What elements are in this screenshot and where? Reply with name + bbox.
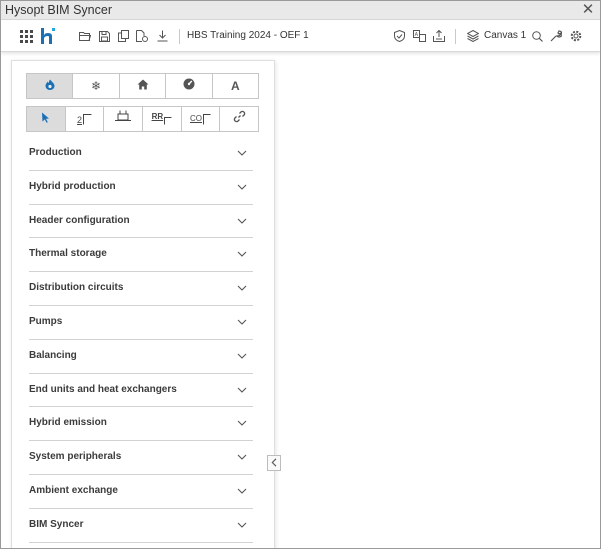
- save-icon[interactable]: [96, 28, 112, 44]
- tab-heating[interactable]: [27, 74, 74, 98]
- chevron-down-icon: [237, 252, 247, 258]
- shield-check-icon[interactable]: [391, 28, 407, 44]
- tool-rr[interactable]: RR: [143, 107, 182, 131]
- wrench-icon[interactable]: [548, 28, 564, 44]
- co-icon: CO: [190, 113, 211, 125]
- chevron-down-icon: [237, 420, 247, 427]
- accordion-section-label: Distribution circuits: [29, 282, 124, 294]
- gear-icon[interactable]: [568, 28, 584, 44]
- accordion-section-label: Header configuration: [29, 214, 130, 226]
- tool-link[interactable]: [220, 107, 259, 131]
- translate-icon[interactable]: A: [411, 28, 427, 44]
- toolbar-divider: [455, 29, 456, 44]
- collapse-panel-button[interactable]: [267, 455, 281, 471]
- accordion-section-label: BIM Syncer: [29, 518, 84, 530]
- tool-level[interactable]: 2: [65, 107, 105, 131]
- chevron-down-icon: [237, 184, 247, 190]
- canvas-name[interactable]: Canvas 1: [484, 30, 526, 41]
- accordion-section[interactable]: Production: [29, 137, 253, 171]
- accordion-section-label: Production: [29, 147, 82, 158]
- accordion-section-label: Hybrid production: [29, 180, 116, 192]
- app-window: Hysopt BIM Syncer ✕ HBS Training 2024 - …: [0, 0, 601, 549]
- accordion-section-label: Pumps: [29, 315, 63, 327]
- search-icon[interactable]: [529, 28, 545, 44]
- accordion-section-label: Ambient exchange: [29, 484, 118, 496]
- chevron-left-icon: [271, 454, 277, 472]
- snowflake-icon: ❄: [91, 79, 102, 93]
- accordion-section[interactable]: Hybrid emission: [29, 407, 253, 442]
- title-bar: Hysopt BIM Syncer ✕: [1, 1, 600, 20]
- pointer-icon: [41, 110, 50, 128]
- connector-icon: [115, 110, 132, 128]
- copy-icon[interactable]: [115, 28, 131, 44]
- tool-select[interactable]: [27, 107, 66, 131]
- accordion-section[interactable]: Distribution circuits: [29, 272, 253, 306]
- accordion-section[interactable]: Ambient exchange: [29, 475, 253, 509]
- apps-grid-icon[interactable]: [18, 28, 34, 44]
- chevron-down-icon: [237, 218, 247, 224]
- project-name: HBS Training 2024 - OEF 1: [187, 30, 309, 41]
- component-sections: Production Hybrid production Header config…: [29, 137, 253, 543]
- accordion-section-label: Hybrid emission: [29, 417, 107, 429]
- tray-upload-icon[interactable]: [431, 28, 447, 44]
- chevron-down-icon: [237, 150, 247, 156]
- chevron-down-icon: [237, 488, 247, 494]
- chevron-down-icon: [237, 387, 247, 393]
- home-icon: [137, 77, 149, 95]
- accordion-section[interactable]: Balancing: [29, 340, 253, 374]
- chevron-down-icon: [237, 319, 247, 325]
- accordion-section-label: System peripherals: [29, 451, 122, 463]
- window-title: Hysopt BIM Syncer: [5, 3, 112, 17]
- tool-connector[interactable]: [104, 107, 144, 131]
- level-2-icon: 2: [77, 113, 92, 125]
- category-tabs: ❄ A: [26, 73, 259, 99]
- chevron-down-icon: [237, 454, 247, 460]
- accordion-section[interactable]: Header configuration: [29, 205, 253, 239]
- rr-icon: RR: [152, 113, 173, 125]
- download-icon[interactable]: [154, 28, 170, 44]
- tool-tabs: 2 RR CO: [26, 106, 259, 132]
- text-tool-icon: A: [230, 79, 240, 93]
- tab-measurement[interactable]: [166, 74, 213, 98]
- layers-icon[interactable]: [465, 28, 481, 44]
- accordion-section[interactable]: Thermal storage: [29, 238, 253, 273]
- chevron-down-icon: [237, 353, 247, 359]
- accordion-section[interactable]: Pumps: [29, 306, 253, 340]
- chevron-down-icon: [237, 285, 247, 291]
- gauge-icon: [183, 77, 195, 95]
- open-folder-icon[interactable]: [77, 28, 93, 44]
- tab-cooling[interactable]: ❄: [73, 74, 120, 98]
- accordion-section-label: Balancing: [29, 349, 77, 361]
- close-window-button[interactable]: ✕: [580, 1, 596, 19]
- link-icon: [233, 110, 246, 128]
- accordion-section-label: End units and heat exchangers: [29, 383, 177, 395]
- tool-co[interactable]: CO: [181, 107, 221, 131]
- accordion-section[interactable]: System peripherals: [29, 441, 253, 475]
- svg-text:A: A: [414, 32, 418, 38]
- hysopt-logo-icon[interactable]: [39, 26, 57, 46]
- components-panel: ❄ A 2 RR CO Production Hybrid production…: [11, 60, 275, 548]
- toolbar-divider: [179, 29, 180, 44]
- accordion-section-label: Thermal storage: [29, 248, 107, 260]
- accordion-section[interactable]: End units and heat exchangers: [29, 374, 253, 408]
- tab-building[interactable]: [119, 74, 167, 98]
- tab-text[interactable]: A: [212, 74, 259, 98]
- accordion-section[interactable]: Hybrid production: [29, 171, 253, 205]
- export-document-icon[interactable]: [134, 28, 150, 44]
- flame-icon: [45, 77, 55, 95]
- accordion-section[interactable]: BIM Syncer: [29, 509, 253, 543]
- top-toolbar: HBS Training 2024 - OEF 1 A Canvas 1: [1, 21, 600, 52]
- chevron-down-icon: [237, 522, 247, 528]
